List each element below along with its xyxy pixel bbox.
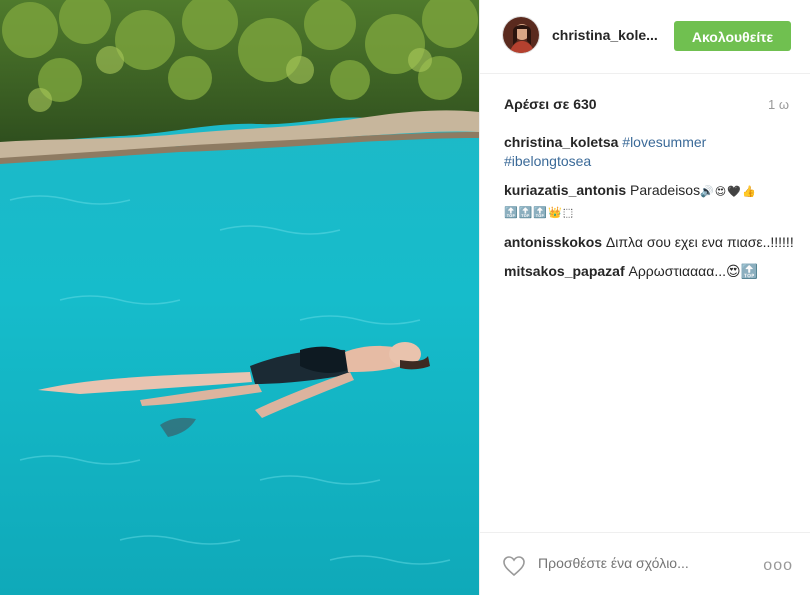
avatar-image (503, 17, 539, 53)
list-item: mitsakos_papazaf Αρρωστιαααα...😍🔝 (504, 262, 794, 281)
comment-username[interactable]: kuriazatis_antonis (504, 182, 626, 198)
post-footer: ooo (480, 532, 810, 595)
comment-username[interactable]: antonisskokos (504, 234, 602, 250)
post-details-panel: christina_kole... Ακολουθείτε Αρέσει σε … (479, 0, 810, 595)
post-header: christina_kole... Ακολουθείτε (480, 0, 810, 74)
comment-text: Paradeisos (630, 182, 701, 198)
comments-list: christina_koletsa #lovesummer #ibelongto… (504, 133, 794, 291)
post-time[interactable]: 1 ω (768, 97, 789, 112)
hashtag-link[interactable]: #ibelongtosea (504, 153, 591, 169)
heart-icon-graphic (503, 556, 525, 577)
post-photo[interactable] (0, 0, 479, 595)
instagram-post-view: christina_kole... Ακολουθείτε Αρέσει σε … (0, 0, 810, 595)
more-options-icon[interactable]: ooo (763, 557, 793, 575)
sea-photo-image (0, 0, 479, 595)
add-comment-input[interactable] (538, 555, 738, 571)
list-item: antonisskokos Διπλα σου εχει ενα πιασε..… (504, 233, 794, 252)
likes-count[interactable]: Αρέσει σε 630 (504, 96, 597, 112)
caption-username[interactable]: christina_koletsa (504, 134, 618, 150)
hashtag-link[interactable]: #lovesummer (622, 134, 706, 150)
comment-text: Αρρωστιαααα...😍🔝 (628, 263, 759, 279)
comment-username[interactable]: mitsakos_papazaf (504, 263, 625, 279)
heart-icon[interactable] (502, 555, 526, 577)
list-item: kuriazatis_antonis Paradeisos🔊😍🖤👍 🔝🔝🔝👑⬚ (504, 181, 794, 223)
post-username[interactable]: christina_kole... (552, 27, 658, 43)
following-button[interactable]: Ακολουθείτε (674, 21, 791, 51)
comment-text: Διπλα σου εχει ενα πιασε..!!!!!! (605, 234, 794, 250)
avatar[interactable] (502, 16, 540, 54)
caption: christina_koletsa #lovesummer #ibelongto… (504, 133, 794, 171)
